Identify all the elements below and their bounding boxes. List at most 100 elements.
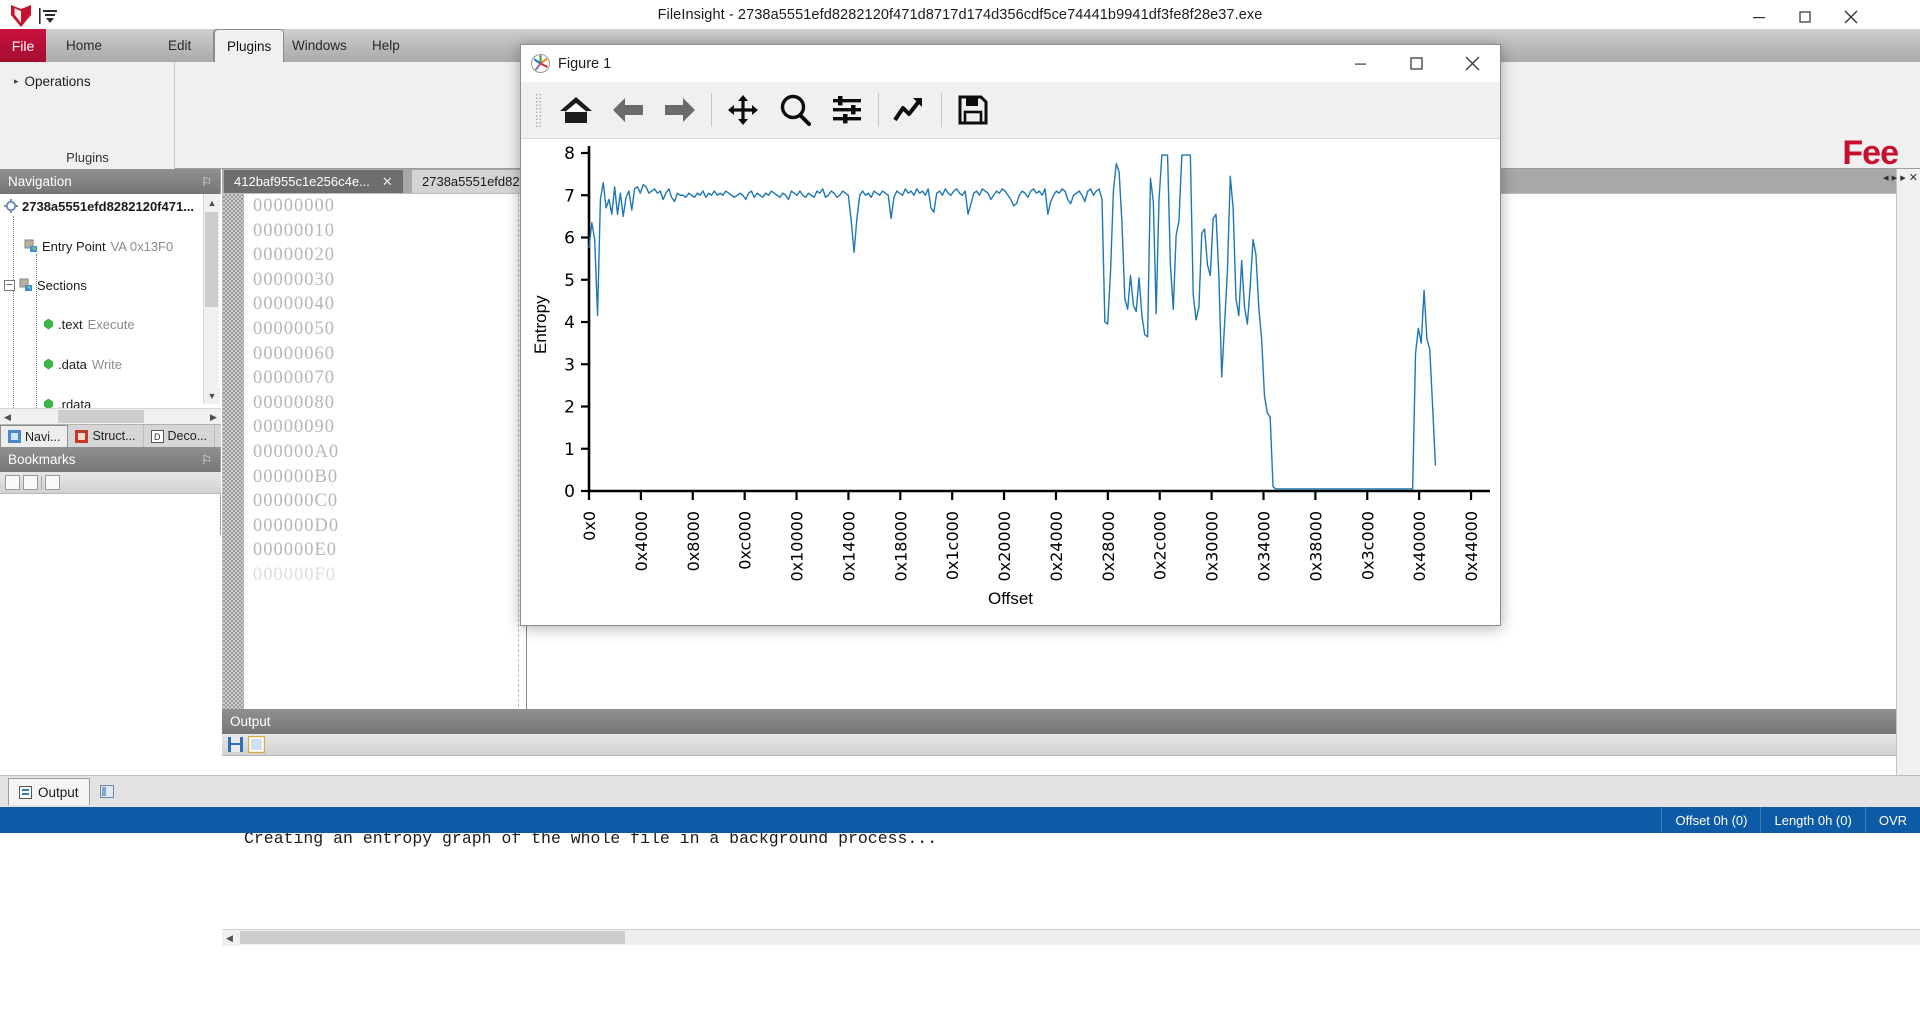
scroll-down-icon[interactable]: ▼ (204, 387, 220, 404)
figure-forward-button[interactable] (654, 87, 706, 133)
hex-offset: 00000050 (253, 319, 335, 339)
hex-tab-label: 2738a5551efd82 (422, 174, 520, 189)
tree-node-sections[interactable]: − Sections (4, 275, 221, 295)
x-axis-label: Offset (987, 589, 1034, 608)
figure-window: Figure 1 Entropy Offset 0 1 2 3 4 5 6 7 … (520, 44, 1501, 626)
y-tick-label: 1 (564, 440, 575, 460)
section-attr: Execute (87, 316, 135, 332)
close-icon[interactable]: ✕ (382, 174, 393, 190)
entropy-line-chart: 0 1 2 3 4 5 6 7 8 0x0 0x4000 0x8000 0xc000 0x10000 0x1… (564, 144, 1490, 582)
bottom-tab-label: Output (38, 784, 79, 800)
chevron-right-icon: ▸ (14, 76, 19, 86)
ribbon-group-plugins: ▸ Operations Plugins (0, 62, 175, 169)
hex-offset: 000000F0 (253, 565, 337, 585)
brand-logo-text: Fee (1842, 134, 1899, 172)
dock-tab-decoder[interactable]: D Deco... (144, 425, 216, 447)
dock-tab-label: Navi... (25, 429, 61, 444)
file-gear-icon (4, 199, 18, 213)
scroll-thumb[interactable] (240, 931, 625, 944)
x-tick-label: 0x24000 (1047, 511, 1066, 582)
scroll-thumb[interactable] (58, 410, 144, 423)
output-horizontal-scrollbar[interactable]: ◀ (222, 929, 1920, 946)
navigation-horizontal-scrollbar[interactable]: ◀ ▶ (0, 408, 221, 425)
navigation-panel: Navigation ⚐ 2738a5551efd8282120f471... … (0, 169, 221, 447)
section-gem-icon (44, 358, 53, 370)
y-tick-label: 0 (564, 482, 575, 502)
remove-bookmark-button[interactable] (23, 475, 38, 490)
bottom-tab-extra[interactable] (90, 778, 124, 805)
clear-bookmarks-button[interactable] (45, 475, 60, 490)
figure-pan-button[interactable] (717, 87, 769, 133)
y-tick-label: 3 (564, 355, 575, 375)
figure-minimize-button[interactable] (1332, 45, 1388, 82)
scroll-right-icon[interactable]: ▶ (206, 409, 221, 425)
ribbon-tab-edit[interactable]: Edit (156, 29, 203, 62)
y-tick-label: 4 (564, 313, 575, 333)
x-tick-label: 0x44000 (1462, 511, 1481, 582)
hex-offset: 000000C0 (253, 491, 339, 512)
tree-node-section[interactable]: .data Write (44, 354, 221, 374)
figure-zoom-button[interactable] (769, 87, 821, 133)
tree-node-root[interactable]: 2738a5551efd8282120f471... (4, 196, 221, 216)
dock-tab-structure[interactable]: Struct... (68, 425, 144, 447)
tree-node-entry-point[interactable]: Entry Point VA 0x13F0 (24, 236, 221, 256)
sections-label: Sections (37, 277, 87, 293)
scroll-up-icon[interactable]: ▲ (204, 194, 220, 211)
figure-edit-curve-button[interactable] (884, 87, 936, 133)
add-bookmark-button[interactable] (5, 475, 20, 490)
minimize-icon (1354, 63, 1366, 65)
x-tick-label: 0x14000 (839, 511, 858, 582)
pin-icon[interactable]: ⚐ (201, 453, 212, 467)
scroll-left-icon[interactable]: ◀ (222, 930, 237, 946)
ribbon-tab-file[interactable]: File (0, 29, 46, 62)
hex-offset: 000000A0 (253, 442, 340, 462)
hex-gutter (223, 194, 244, 752)
tab-label: Edit (168, 38, 192, 53)
figure-close-button[interactable] (1444, 45, 1500, 82)
navigation-vertical-scrollbar[interactable]: ▲ ▼ (203, 194, 220, 404)
navigation-tree[interactable]: 2738a5551efd8282120f471... Entry Point V… (0, 194, 221, 424)
hex-offset: 00000070 (253, 368, 335, 389)
dock-tab-label: Deco... (167, 429, 208, 443)
scroll-thumb[interactable] (205, 212, 218, 307)
tab-label: Home (66, 38, 103, 53)
figure-save-button[interactable] (947, 87, 999, 133)
pin-icon[interactable]: ⚐ (201, 175, 212, 189)
toolbar-drag-handle[interactable] (535, 93, 542, 127)
scroll-left-icon[interactable]: ◀ (0, 409, 15, 425)
x-tick-label: 0x28000 (1099, 511, 1118, 582)
save-output-icon[interactable] (227, 736, 244, 753)
dock-tab-navigation[interactable]: Navi... (0, 425, 69, 447)
x-tick-label: 0x0 (580, 511, 599, 541)
figure-canvas[interactable]: Entropy Offset 0 1 2 3 4 5 6 7 8 0x0 0x4000 0x8000 0… (521, 139, 1500, 625)
operations-menu-item[interactable]: ▸ Operations (14, 74, 91, 89)
right-rail-icons[interactable]: ◂ ▸ ▸ ✕ (1883, 171, 1918, 184)
status-length: Length 0h (0) (1760, 807, 1864, 833)
clear-output-icon[interactable] (248, 736, 265, 753)
close-icon (1844, 10, 1858, 23)
tree-node-section[interactable]: .text Execute (44, 314, 221, 334)
ribbon-group-caption: Plugins (66, 150, 109, 165)
bottom-tab-output[interactable]: Output (8, 778, 90, 805)
tab-label: Plugins (227, 38, 272, 54)
hex-tab-1[interactable]: 2738a5551efd82 (412, 170, 530, 193)
hex-offset: 000000D0 (253, 515, 340, 536)
figure-home-button[interactable] (550, 87, 602, 133)
ribbon-tab-windows[interactable]: Windows (280, 29, 359, 62)
ribbon-tab-help[interactable]: Help (360, 29, 412, 62)
status-insert-mode[interactable]: OVR (1864, 807, 1920, 833)
hex-tab-0[interactable]: 412baf955c1e256c4e... ✕ (224, 170, 403, 193)
figure-back-button[interactable] (602, 87, 654, 133)
subplot-config-icon (833, 96, 861, 124)
ribbon-tab-home[interactable]: Home (54, 29, 114, 62)
x-tick-label: 0x30000 (1203, 511, 1222, 582)
x-tick-label: 0x2c000 (1151, 511, 1170, 580)
bookmarks-panel: Bookmarks ⚐ (0, 447, 221, 535)
figure-toolbar (521, 82, 1500, 139)
collapse-toggle-icon[interactable]: − (4, 279, 15, 291)
ribbon-tab-plugins[interactable]: Plugins (214, 29, 285, 62)
figure-subplots-button[interactable] (821, 87, 873, 133)
hex-offset: 00000090 (253, 417, 335, 438)
bottom-dock-tabs: Output (0, 775, 1920, 807)
figure-maximize-button[interactable] (1388, 45, 1444, 82)
